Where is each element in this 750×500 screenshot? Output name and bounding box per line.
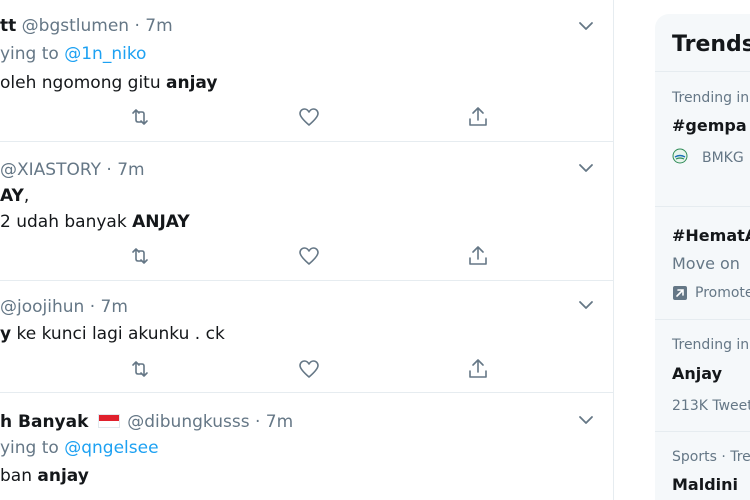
display-name[interactable]: h Banyak [0, 412, 88, 432]
replying-to-label: ying to [0, 44, 59, 64]
tweet-text-keyword: AY [0, 186, 24, 206]
separator-dot: · [254, 412, 261, 432]
tweet[interactable]: @joojihun · 7m y ke kunci lagi akunku . … [0, 282, 614, 393]
retweet-icon[interactable] [128, 244, 152, 268]
tweet-text-plain: ban [0, 466, 38, 486]
share-icon[interactable] [466, 244, 490, 268]
tweet-text: ban anjay [0, 465, 89, 487]
indonesia-flag-icon [97, 414, 120, 428]
timestamp[interactable]: 7m [101, 297, 128, 317]
replying-to-label: ying to [0, 438, 59, 458]
display-name[interactable]: tt [0, 16, 16, 36]
reply-context: ying to @qngelsee [0, 437, 159, 459]
tweet[interactable]: h Banyak @dibungkusss · 7m ying to @qnge… [0, 394, 614, 500]
retweet-icon[interactable] [128, 357, 152, 381]
heart-icon[interactable] [297, 357, 321, 381]
trend-topic-link[interactable]: Maldini [672, 475, 738, 494]
tweet[interactable]: @XIASTORY · 7m AY, 2 udah banyak ANJAY [0, 143, 614, 281]
chevron-down-icon[interactable] [578, 160, 594, 176]
separator-dot: · [134, 16, 140, 36]
user-handle[interactable]: @XIASTORY [0, 160, 101, 180]
tweet-header: @XIASTORY · 7m [0, 159, 145, 181]
tweet-header: h Banyak @dibungkusss · 7m [0, 411, 293, 433]
tweet-text-line-2: 2 udah banyak ANJAY [0, 211, 190, 233]
tweet-text: y ke kunci lagi akunku . ck [0, 323, 225, 345]
user-handle[interactable]: @bgstlumen [22, 16, 129, 36]
reply-context: ying to @1n_niko [0, 43, 146, 65]
trend-tweet-count: 213K Tweet [672, 398, 750, 414]
bmkg-logo-icon [672, 148, 688, 164]
separator-dot: · [106, 160, 112, 180]
trend-context: Trending in [672, 90, 750, 106]
separator-dot: · [89, 297, 96, 317]
divider [655, 431, 750, 432]
trend-context: Sports · Tre [672, 449, 750, 465]
tweet-text-line-1: AY, [0, 185, 29, 207]
chevron-down-icon[interactable] [578, 412, 594, 428]
share-icon[interactable] [466, 357, 490, 381]
user-handle[interactable]: @dibungkusss [127, 412, 249, 432]
trend-topic-link[interactable]: #HematA [672, 226, 750, 245]
reply-mention-link[interactable]: @1n_niko [64, 44, 146, 64]
heart-icon[interactable] [297, 244, 321, 268]
promoted-arrow-icon [673, 286, 687, 300]
timestamp[interactable]: 7m [117, 160, 144, 180]
divider [655, 206, 750, 207]
tweet-text-keyword: anjay [37, 466, 89, 486]
trend-source: BMKG [702, 150, 744, 166]
tweet-text-keyword: y [0, 324, 12, 344]
timestamp[interactable]: 7m [266, 412, 293, 432]
trends-title: Trends [672, 32, 750, 57]
tweet-text-plain: 2 udah banyak [0, 212, 133, 232]
tweet-text: oleh ngomong gitu anjay [0, 72, 217, 94]
promoted-label: Promote [695, 285, 750, 301]
timeline: tt @bgstlumen · 7m ying to @1n_niko oleh… [0, 0, 614, 500]
reply-mention-link[interactable]: @qngelsee [64, 438, 158, 458]
trends-panel: Trends Trending in #gempa BMKG #HematA M… [655, 14, 750, 500]
share-icon[interactable] [466, 105, 490, 129]
tweet-header: tt @bgstlumen · 7m [0, 15, 173, 37]
tweet-text-keyword: ANJAY [132, 212, 190, 232]
tweet-text-plain: ke kunci lagi akunku . ck [11, 324, 225, 344]
retweet-icon[interactable] [128, 105, 152, 129]
trend-topic-link[interactable]: Anjay [672, 364, 722, 383]
tweet-header: @joojihun · 7m [0, 296, 128, 318]
chevron-down-icon[interactable] [578, 18, 594, 34]
tweet-text-plain: , [23, 186, 30, 206]
timestamp[interactable]: 7m [145, 16, 172, 36]
tweet[interactable]: tt @bgstlumen · 7m ying to @1n_niko oleh… [0, 0, 614, 142]
tweet-text-plain: oleh ngomong gitu [0, 73, 167, 93]
divider [655, 71, 750, 72]
user-handle[interactable]: @joojihun [0, 297, 84, 317]
trend-subtitle: Move on [672, 254, 740, 273]
chevron-down-icon[interactable] [578, 297, 594, 313]
trend-context: Trending in [672, 337, 750, 353]
trend-topic-link[interactable]: #gempa [672, 116, 747, 135]
tweet-text-keyword: anjay [166, 73, 218, 93]
divider [655, 319, 750, 320]
heart-icon[interactable] [297, 105, 321, 129]
